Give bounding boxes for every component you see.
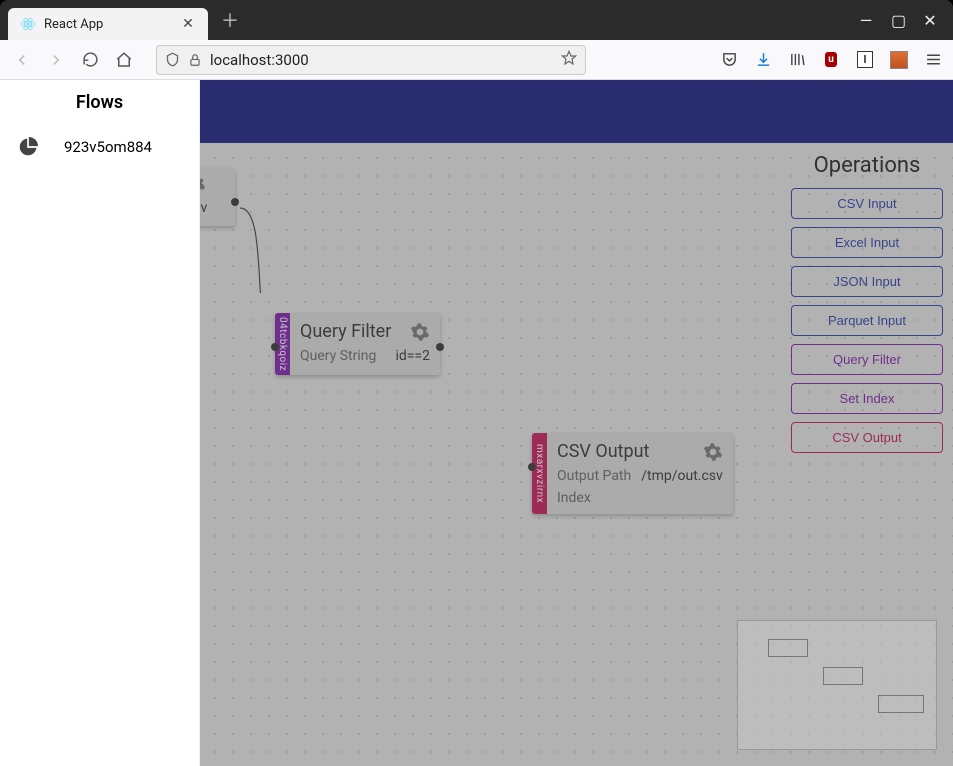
- home-button[interactable]: [112, 48, 136, 72]
- react-favicon: [20, 16, 36, 32]
- pie-chart-icon: [18, 137, 38, 157]
- pocket-icon[interactable]: [719, 50, 739, 70]
- menu-icon[interactable]: [923, 50, 943, 70]
- lock-icon: [188, 53, 202, 67]
- window-minimize-button[interactable]: —: [859, 11, 873, 30]
- tab-title: React App: [44, 17, 172, 32]
- reload-button[interactable]: [78, 48, 102, 72]
- sidebar: Flows 923v5om884: [0, 80, 200, 766]
- download-icon[interactable]: [753, 50, 773, 70]
- window-maximize-button[interactable]: ▢: [891, 11, 905, 30]
- extension-icon[interactable]: [889, 50, 909, 70]
- sidebar-title: Flows: [0, 80, 199, 125]
- sidebar-item-flow[interactable]: 923v5om884: [0, 125, 199, 169]
- url-text: localhost:3000: [210, 51, 309, 69]
- instapaper-icon[interactable]: I: [855, 50, 875, 70]
- new-tab-button[interactable]: ＋: [216, 6, 244, 34]
- tab-close-button[interactable]: ✕: [180, 16, 196, 32]
- back-button[interactable]: [10, 48, 34, 72]
- forward-button[interactable]: [44, 48, 68, 72]
- shield-icon: [165, 52, 180, 67]
- library-icon[interactable]: [787, 50, 807, 70]
- flow-canvas[interactable]: csv 04tcbkqoiz Query Filter Query Strin: [200, 143, 953, 766]
- bookmark-star-icon[interactable]: [561, 50, 577, 70]
- modal-backdrop: [200, 143, 953, 766]
- window-titlebar: React App ✕ ＋ — ▢ ✕: [0, 0, 953, 40]
- browser-toolbar: localhost:3000 u I: [0, 40, 953, 80]
- address-bar[interactable]: localhost:3000: [156, 45, 586, 75]
- window-close-button[interactable]: ✕: [923, 11, 937, 30]
- browser-tab[interactable]: React App ✕: [8, 8, 208, 40]
- sidebar-item-label: 923v5om884: [64, 138, 152, 156]
- ublock-icon[interactable]: u: [821, 50, 841, 70]
